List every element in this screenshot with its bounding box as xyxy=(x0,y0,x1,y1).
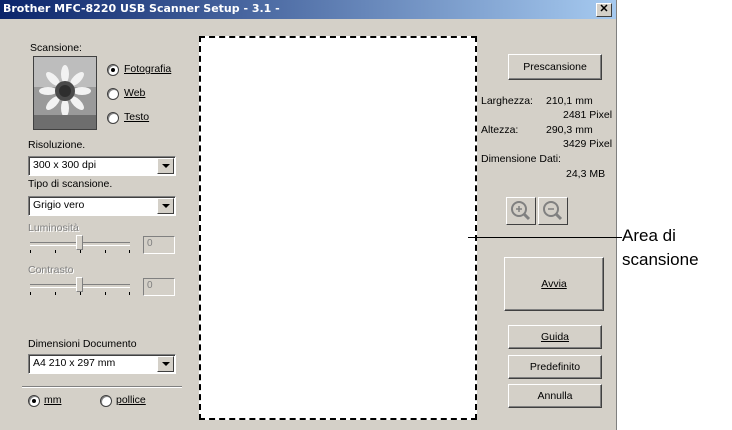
callout-text: Area di scansione xyxy=(622,224,699,272)
contrast-label: Contrasto xyxy=(28,264,74,276)
slider-tick xyxy=(129,292,130,295)
zoom-in-icon xyxy=(511,201,531,221)
radio-web[interactable] xyxy=(107,88,119,100)
brightness-value: 0 xyxy=(147,238,153,249)
contrast-slider-thumb[interactable] xyxy=(76,277,83,292)
radio-fotografia[interactable] xyxy=(107,64,119,76)
resolution-select[interactable]: 300 x 300 dpi xyxy=(28,156,176,176)
default-button-label: Predefinito xyxy=(529,361,581,373)
width-px-value: 2481 Pixel xyxy=(563,109,613,121)
zoom-out-icon xyxy=(543,201,563,221)
sunflower-icon xyxy=(34,57,96,129)
prescan-button[interactable]: Prescansione xyxy=(508,54,602,80)
scan-area[interactable] xyxy=(199,36,477,420)
chevron-down-icon[interactable] xyxy=(157,198,174,214)
radio-mm[interactable] xyxy=(28,395,40,407)
height-px-value: 3429 Pixel xyxy=(563,138,613,150)
default-button[interactable]: Predefinito xyxy=(508,355,602,379)
slider-tick xyxy=(129,250,130,253)
slider-tick xyxy=(80,292,81,295)
height-mm-value: 290,3 mm xyxy=(546,124,593,136)
resolution-label: Risoluzione. xyxy=(28,139,86,151)
scan-type-select[interactable]: Grigio vero xyxy=(28,196,176,216)
slider-tick xyxy=(30,292,31,295)
scan-label: Scansione: xyxy=(30,42,82,54)
unit-pollice-label[interactable]: pollice xyxy=(116,394,146,406)
radio-pollice[interactable] xyxy=(100,395,112,407)
help-button[interactable]: Guida xyxy=(508,325,602,349)
close-button[interactable]: ✕ xyxy=(596,3,612,17)
prescan-button-label: Prescansione xyxy=(523,61,587,73)
slider-tick xyxy=(55,292,56,295)
slider-tick xyxy=(105,292,106,295)
start-button-label: Avvia xyxy=(541,278,567,290)
doc-size-label: Dimensioni Documento xyxy=(28,338,137,350)
chevron-down-icon[interactable] xyxy=(157,158,174,174)
help-button-label: Guida xyxy=(540,331,570,343)
height-label: Altezza: xyxy=(481,124,519,136)
scan-type-value: Grigio vero xyxy=(33,199,85,211)
window-title: Brother MFC-8220 USB Scanner Setup - 3.1… xyxy=(3,2,280,15)
doc-size-select[interactable]: A4 210 x 297 mm xyxy=(28,354,176,374)
chevron-down-icon[interactable] xyxy=(157,356,174,372)
slider-tick xyxy=(80,250,81,253)
callout-line-1: Area di xyxy=(622,226,676,245)
slider-tick xyxy=(105,250,106,253)
doc-size-value: A4 210 x 297 mm xyxy=(33,357,116,369)
contrast-value: 0 xyxy=(147,280,153,291)
divider xyxy=(22,386,182,388)
resolution-value: 300 x 300 dpi xyxy=(33,159,97,171)
data-size-label: Dimensione Dati: xyxy=(481,153,561,165)
title-bar[interactable]: Brother MFC-8220 USB Scanner Setup - 3.1… xyxy=(0,0,616,19)
brightness-value-field[interactable]: 0 xyxy=(143,236,175,254)
brightness-slider-thumb[interactable] xyxy=(76,235,83,250)
contrast-value-field[interactable]: 0 xyxy=(143,278,175,296)
zoom-out-button[interactable] xyxy=(538,197,568,225)
width-label: Larghezza: xyxy=(481,95,533,107)
photo-preview-image xyxy=(33,56,97,130)
brightness-label: Luminosità xyxy=(28,222,79,234)
cancel-button[interactable]: Annulla xyxy=(508,384,602,408)
option-testo-label[interactable]: Testo xyxy=(124,111,149,123)
data-size-value: 24,3 MB xyxy=(566,168,606,180)
callout-line xyxy=(468,237,622,238)
option-fotografia-label[interactable]: Fotografia xyxy=(124,63,171,75)
width-mm-value: 210,1 mm xyxy=(546,95,593,107)
option-web-label[interactable]: Web xyxy=(124,87,145,99)
scanner-setup-window: Brother MFC-8220 USB Scanner Setup - 3.1… xyxy=(0,0,617,430)
start-button[interactable]: Avvia xyxy=(504,257,604,311)
zoom-in-button[interactable] xyxy=(506,197,536,225)
cancel-button-label: Annulla xyxy=(537,390,573,402)
radio-testo[interactable] xyxy=(107,112,119,124)
callout-line-2: scansione xyxy=(622,250,699,269)
slider-tick xyxy=(30,250,31,253)
scan-type-label: Tipo di scansione. xyxy=(28,178,113,190)
unit-mm-label[interactable]: mm xyxy=(44,394,62,406)
slider-tick xyxy=(55,250,56,253)
